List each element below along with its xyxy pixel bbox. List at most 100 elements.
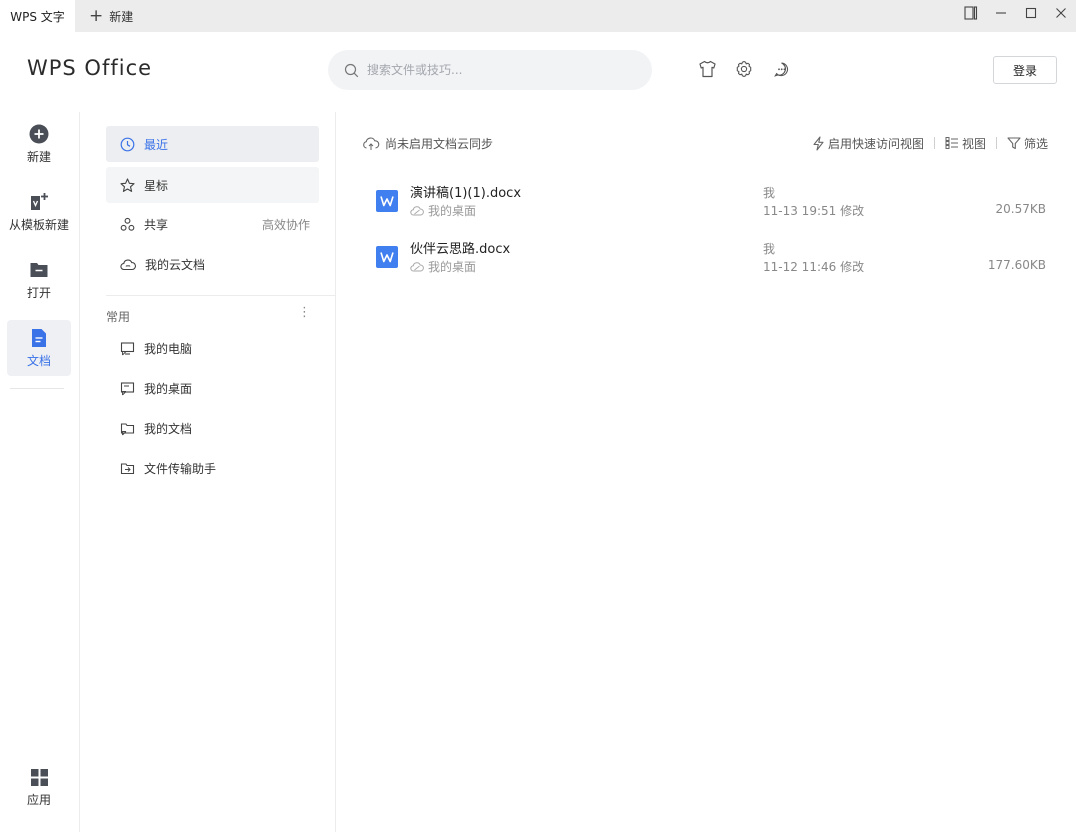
- file-row[interactable]: 演讲稿(1)(1).docx 我的桌面 我 11-13 19:51 修改 20.…: [362, 176, 1048, 226]
- common-section-title: 常用: [106, 310, 131, 324]
- feedback-button[interactable]: [771, 59, 791, 79]
- tab-label: WPS 文字: [10, 9, 65, 24]
- settings-button[interactable]: [734, 59, 754, 79]
- tshirt-icon: [698, 60, 716, 78]
- skin-button[interactable]: [697, 59, 717, 79]
- nav-divider: [106, 295, 335, 296]
- lightning-icon: [813, 135, 824, 151]
- main-toolbar: 尚未启用文档云同步 启用快速访问视图 视图 筛选: [362, 134, 1048, 152]
- search-bar[interactable]: [328, 50, 652, 90]
- nav-item-label: 我的桌面: [144, 381, 193, 396]
- file-modified-time: 11-13 19:51 修改: [763, 204, 865, 218]
- rail-item-label: 从模板新建: [8, 217, 69, 232]
- chat-bubble-icon: [773, 61, 788, 77]
- file-modified-time: 11-12 11:46 修改: [763, 260, 865, 274]
- view-label: 视图: [961, 136, 986, 151]
- maximize-button[interactable]: [1016, 0, 1046, 26]
- apps-grid-icon: [30, 769, 48, 786]
- search-input[interactable]: [367, 63, 627, 77]
- plus-circle-icon: [29, 124, 49, 143]
- word-doc-icon: [376, 246, 398, 268]
- desktop-shortcut-icon: [120, 381, 135, 395]
- template-icon: [31, 192, 48, 210]
- nav-item-my-computer[interactable]: 我的电脑: [106, 330, 319, 366]
- document-icon: [32, 328, 46, 347]
- nav-item-label: 文件传输助手: [144, 461, 217, 476]
- tab-wps-writer[interactable]: WPS 文字: [0, 0, 75, 32]
- file-location-text: 我的桌面: [428, 204, 477, 218]
- cloud-sync-text: 尚未启用文档云同步: [385, 136, 494, 151]
- cloud-sync-status[interactable]: 尚未启用文档云同步: [362, 135, 493, 152]
- filter-icon: [1007, 137, 1021, 150]
- nav-item-shared[interactable]: 共享 高效协作: [106, 206, 319, 242]
- transfer-icon: [120, 462, 135, 474]
- common-section-header: 常用 ⋮: [106, 306, 311, 325]
- left-rail: 新建 从模板新建 打开 文档 应用: [0, 112, 80, 832]
- collaboration-link[interactable]: 高效协作: [262, 216, 310, 233]
- rail-item-label: 打开: [26, 285, 51, 300]
- toolbar-separator: [933, 137, 935, 149]
- more-options-icon[interactable]: ⋮: [298, 306, 311, 325]
- nav-item-label: 我的云文档: [145, 257, 206, 272]
- nav-item-starred[interactable]: 星标: [106, 167, 319, 203]
- share-icon: [120, 217, 135, 231]
- minimize-icon: [996, 12, 1006, 14]
- nav-item-label: 我的电脑: [144, 341, 193, 356]
- nav-item-recent[interactable]: 最近: [106, 126, 319, 162]
- view-button[interactable]: 视图: [945, 135, 986, 152]
- rail-item-documents[interactable]: 文档: [7, 320, 71, 376]
- filter-button[interactable]: 筛选: [1007, 135, 1048, 152]
- minimize-button[interactable]: [986, 0, 1016, 26]
- cloud-sync-icon: [363, 136, 380, 150]
- documents-shortcut-icon: [120, 422, 135, 435]
- rail-item-new[interactable]: 新建: [7, 116, 71, 172]
- toolbar-actions: 启用快速访问视图 视图 筛选: [812, 135, 1048, 152]
- file-size: 20.57KB: [995, 202, 1046, 216]
- maximize-icon: [1025, 7, 1037, 19]
- rail-item-open[interactable]: 打开: [7, 252, 71, 308]
- toolbar-separator: [995, 137, 997, 149]
- wps-office-logo: WPS Office: [27, 56, 153, 80]
- cloud-unsynced-icon: [410, 261, 424, 271]
- nav-item-my-documents[interactable]: 我的文档: [106, 410, 319, 446]
- nav-item-file-transfer[interactable]: 文件传输助手: [106, 450, 319, 486]
- file-location-text: 我的桌面: [428, 260, 477, 274]
- file-owner: 我: [763, 242, 776, 256]
- rail-item-label: 新建: [26, 149, 51, 164]
- file-name[interactable]: 演讲稿(1)(1).docx: [410, 182, 521, 201]
- folder-icon: [30, 262, 48, 277]
- search-icon: [344, 63, 359, 77]
- login-button[interactable]: 登录: [993, 56, 1057, 84]
- rail-item-apps[interactable]: 应用: [7, 760, 71, 816]
- star-icon: [120, 177, 135, 192]
- new-tab-button[interactable]: + 新建: [75, 0, 133, 32]
- nav-item-my-desktop[interactable]: 我的桌面: [106, 370, 319, 406]
- file-row[interactable]: 伙伴云思路.docx 我的桌面 我 11-12 11:46 修改 177.60K…: [362, 232, 1048, 282]
- plus-icon: +: [89, 5, 104, 26]
- cloud-icon: [120, 259, 136, 270]
- rail-item-label: 应用: [26, 793, 51, 807]
- file-owner: 我: [763, 186, 776, 200]
- nav-item-label: 最近: [144, 137, 169, 152]
- reading-mode-button[interactable]: [956, 0, 986, 26]
- rail-item-label: 文档: [26, 353, 51, 368]
- nav-item-cloud-docs[interactable]: 我的云文档: [106, 246, 319, 282]
- nav-panel: 最近 星标 共享 高效协作 我的云文档 常用 ⋮ 我的电脑 我的桌面 我的文档 …: [81, 112, 336, 832]
- nav-item-label: 星标: [144, 178, 169, 193]
- window-controls: [956, 0, 1076, 26]
- rail-item-new-from-template[interactable]: 从模板新建: [7, 184, 71, 240]
- title-bar: WPS 文字 + 新建: [0, 0, 1076, 32]
- filter-label: 筛选: [1023, 136, 1048, 151]
- word-doc-icon: [376, 190, 398, 212]
- word-w-glyph: [380, 252, 394, 263]
- nav-item-label: 我的文档: [144, 421, 193, 436]
- computer-shortcut-icon: [120, 341, 135, 355]
- quick-access-button[interactable]: 启用快速访问视图: [812, 135, 924, 152]
- new-tab-label: 新建: [109, 9, 134, 24]
- close-icon: [1056, 8, 1066, 18]
- file-name[interactable]: 伙伴云思路.docx: [410, 238, 510, 257]
- close-button[interactable]: [1046, 0, 1076, 26]
- file-location: 我的桌面: [410, 258, 476, 275]
- reading-mode-icon: [964, 6, 978, 20]
- list-view-icon: [945, 137, 958, 149]
